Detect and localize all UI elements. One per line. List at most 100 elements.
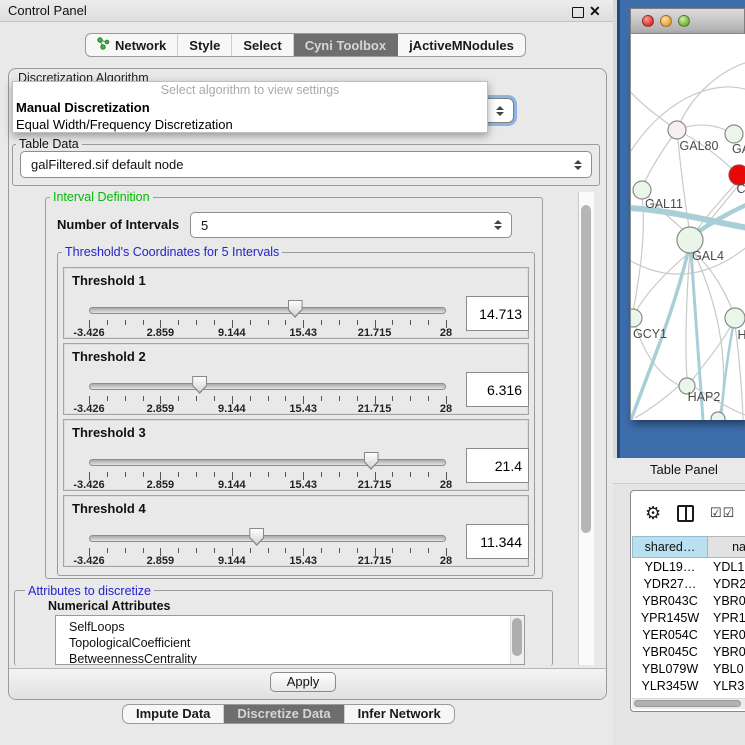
slider-tick <box>125 472 126 477</box>
attributes-scrollbar-thumb[interactable] <box>512 618 522 656</box>
tab-label: Network <box>115 38 166 53</box>
slider-tick-label: 2.859 <box>135 479 185 491</box>
columns-icon[interactable] <box>677 505 694 522</box>
slider-tick <box>214 320 215 325</box>
slider-tick <box>357 396 358 401</box>
float-window-icon[interactable] <box>572 7 584 18</box>
threshold-value-field[interactable]: 21.4 <box>466 448 529 483</box>
slider-tick <box>107 320 108 325</box>
checkbox-icons[interactable]: ☑☑ <box>710 505 735 521</box>
threshold-value-field[interactable]: 11.344 <box>466 524 529 559</box>
slider-tick <box>428 472 429 477</box>
network-edge <box>635 252 690 314</box>
table-row[interactable]: YDR27…YDR2 <box>632 576 745 593</box>
slider-tick-label: 2.859 <box>135 555 185 567</box>
close-icon[interactable]: ✕ <box>589 3 601 20</box>
threshold-slider-track[interactable] <box>89 535 446 542</box>
algorithm-prompt-item[interactable]: Select algorithm to view settings <box>13 82 487 99</box>
tab-jactivemnodules[interactable]: jActiveMNodules <box>398 34 525 56</box>
slider-tick-label: 21.715 <box>350 403 400 415</box>
slider-tick <box>392 396 393 401</box>
slider-tick-label: 21.715 <box>350 555 400 567</box>
interval-definition-title: Interval Definition <box>50 190 153 204</box>
attribute-list-item[interactable]: BetweennessCentrality <box>56 651 524 665</box>
slider-tick <box>285 548 286 553</box>
table-row[interactable]: YBR045CYBR0 <box>632 644 745 661</box>
slider-tick-label: -3.426 <box>64 327 114 339</box>
slider-tick-label: 28 <box>421 403 471 415</box>
window-close-icon[interactable] <box>642 15 654 27</box>
threshold-slider-thumb[interactable] <box>364 452 379 470</box>
tab-cyni-toolbox[interactable]: Cyni Toolbox <box>294 34 398 56</box>
table-row[interactable]: YBL079WYBL0 <box>632 661 745 678</box>
attribute-list-item[interactable]: SelfLoops <box>56 619 524 635</box>
network-node <box>711 412 725 420</box>
algorithm-option[interactable]: Equal Width/Frequency Discretization <box>13 116 487 133</box>
cell-name: YPR1 <box>708 610 745 627</box>
window-zoom-icon[interactable] <box>678 15 690 27</box>
slider-tick <box>410 396 411 401</box>
slider-tick <box>285 396 286 401</box>
tab-impute-data[interactable]: Impute Data <box>123 705 224 723</box>
column-header-shared[interactable]: shared… <box>632 536 708 558</box>
slider-tick <box>250 396 251 401</box>
network-node-label: GA <box>732 142 745 156</box>
threshold-label: Threshold 1 <box>72 273 146 288</box>
slider-tick <box>339 472 340 477</box>
slider-tick <box>107 548 108 553</box>
table-row[interactable]: YLR345WYLR3 <box>632 678 745 695</box>
threshold-slider-thumb[interactable] <box>249 528 264 546</box>
cell-shared-name: YBR045C <box>632 644 708 661</box>
threshold-slider-track[interactable] <box>89 383 446 390</box>
tab-select[interactable]: Select <box>232 34 293 56</box>
slider-tick <box>178 472 179 477</box>
slider-tick <box>107 472 108 477</box>
threshold-panel-2: Threshold 2-3.4262.8599.14415.4321.71528… <box>63 343 529 415</box>
tab-discretize-data[interactable]: Discretize Data <box>224 705 344 723</box>
threshold-slider-thumb[interactable] <box>288 300 303 318</box>
network-node-gal80 <box>668 121 686 139</box>
slider-tick-label: 15.43 <box>278 555 328 567</box>
slider-tick <box>392 548 393 553</box>
slider-tick <box>321 320 322 325</box>
table-data-combobox[interactable]: galFiltered.sif default node <box>20 151 592 178</box>
slider-tick-label: 21.715 <box>350 479 400 491</box>
attributes-list[interactable]: SelfLoopsTopologicalCoefficientBetweenne… <box>55 615 525 665</box>
slider-tick-label: 28 <box>421 555 471 567</box>
slider-tick-label: 9.144 <box>207 327 257 339</box>
threshold-slider-track[interactable] <box>89 459 446 466</box>
threshold-value-field[interactable]: 14.713 <box>466 296 529 331</box>
table-row[interactable]: YPR145WYPR1 <box>632 610 745 627</box>
slider-tick-label: 15.43 <box>278 403 328 415</box>
threshold-label: Threshold 3 <box>72 425 146 440</box>
tab-style[interactable]: Style <box>178 34 232 56</box>
slider-tick-label: -3.426 <box>64 403 114 415</box>
algorithm-combobox[interactable] <box>485 98 514 123</box>
bottom-tabbar: Impute DataDiscretize DataInfer Network <box>122 704 455 724</box>
slider-tick <box>125 548 126 553</box>
gear-icon[interactable]: ⚙ <box>645 503 661 524</box>
network-node-gcy1 <box>631 309 642 327</box>
slider-tick <box>214 472 215 477</box>
threshold-value-field[interactable]: 6.316 <box>466 372 529 407</box>
num-intervals-combobox[interactable]: 5 <box>190 212 512 238</box>
table-horizontal-scrollbar-thumb[interactable] <box>634 700 741 707</box>
cell-name: YER0 <box>708 627 745 644</box>
apply-button[interactable]: Apply <box>270 672 336 692</box>
tab-network[interactable]: Network <box>86 34 178 56</box>
table-row[interactable]: YDL19…YDL1 <box>632 559 745 576</box>
attribute-list-item[interactable]: TopologicalCoefficient <box>56 635 524 651</box>
network-edge <box>633 196 643 312</box>
slider-tick <box>214 548 215 553</box>
slider-tick-label: -3.426 <box>64 479 114 491</box>
tab-infer-network[interactable]: Infer Network <box>345 705 454 723</box>
network-canvas[interactable]: GAL80GACGAL11GAL4GCY1HHAP2 <box>630 34 745 420</box>
table-row[interactable]: YER054CYER0 <box>632 627 745 644</box>
algorithm-option[interactable]: Manual Discretization <box>13 99 487 116</box>
threshold-slider-track[interactable] <box>89 307 446 314</box>
table-row[interactable]: YBR043CYBR0 <box>632 593 745 610</box>
column-header-name[interactable]: na <box>708 536 745 558</box>
threshold-slider-thumb[interactable] <box>192 376 207 394</box>
window-minimize-icon[interactable] <box>660 15 672 27</box>
vertical-scrollbar-thumb[interactable] <box>581 205 591 533</box>
